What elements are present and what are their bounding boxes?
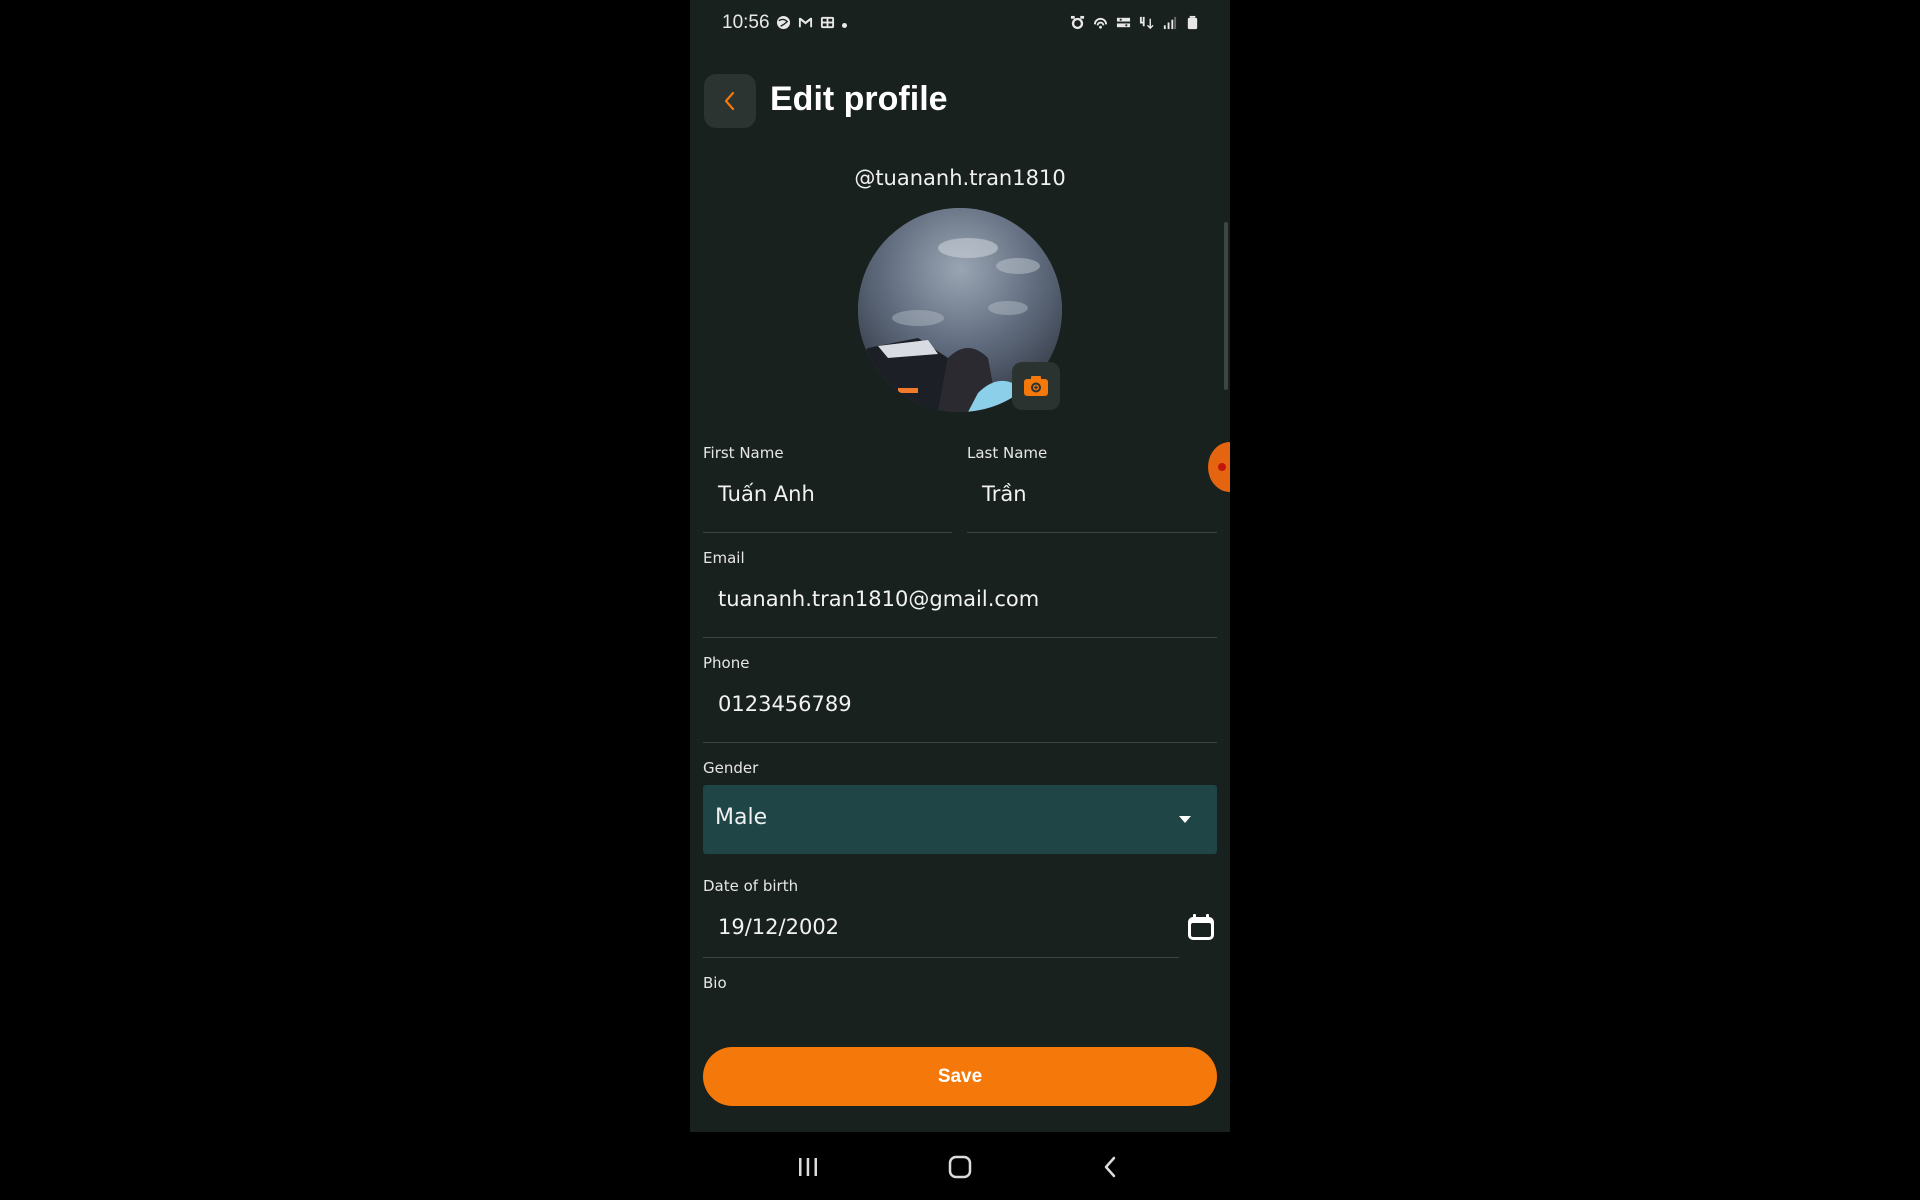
last-name-underline	[967, 532, 1217, 533]
recent-apps-button[interactable]	[788, 1152, 828, 1182]
home-icon	[948, 1155, 972, 1179]
4g-data-icon	[1139, 16, 1154, 30]
gender-selected-value: Male	[715, 805, 768, 830]
gender-select[interactable]: Male	[703, 785, 1217, 854]
dropdown-arrow-icon	[1179, 816, 1191, 823]
first-name-label: First Name	[703, 444, 784, 462]
app-screen: 10:56 Edit profile @tuananh.tran1810 Fir…	[690, 0, 1230, 1132]
last-name-input[interactable]: Trần	[982, 482, 1027, 506]
bio-input[interactable]	[718, 1002, 1208, 1030]
system-nav-bar	[690, 1132, 1230, 1200]
phone-frame: 10:56 Edit profile @tuananh.tran1810 Fir…	[690, 0, 1230, 1200]
dob-input[interactable]: 19/12/2002	[718, 915, 839, 939]
email-label: Email	[703, 549, 745, 567]
status-right-icons	[1070, 15, 1200, 30]
globe-icon	[776, 15, 791, 30]
dob-label: Date of birth	[703, 877, 799, 895]
page-title: Edit profile	[770, 80, 948, 118]
calendar-button[interactable]	[1184, 910, 1218, 944]
chevron-left-icon	[724, 91, 735, 111]
email-input[interactable]: tuananh.tran1810@gmail.com	[718, 587, 1039, 611]
signal-icon	[1163, 16, 1177, 30]
first-name-input[interactable]: Tuấn Anh	[718, 482, 815, 506]
home-button[interactable]	[940, 1152, 980, 1182]
phone-label: Phone	[703, 654, 750, 672]
recent-apps-icon	[799, 1158, 817, 1176]
notification-dot-icon	[842, 22, 847, 28]
status-left-icons	[776, 15, 847, 30]
last-name-label: Last Name	[967, 444, 1048, 462]
calendar-icon	[1188, 914, 1214, 940]
alarm-icon	[1070, 15, 1085, 30]
floating-recorder-bubble[interactable]	[1208, 442, 1230, 492]
first-name-underline	[703, 532, 952, 533]
gmail-icon	[798, 17, 813, 28]
back-nav-button[interactable]	[1090, 1152, 1130, 1182]
phone-input[interactable]: 0123456789	[718, 692, 852, 716]
scrollbar-thumb[interactable]	[1224, 222, 1228, 390]
status-time: 10:56	[722, 12, 770, 33]
change-photo-button[interactable]	[1012, 362, 1060, 410]
username-label: @tuananh.tran1810	[854, 166, 1066, 190]
camera-icon	[1024, 376, 1048, 396]
back-nav-icon	[1104, 1156, 1116, 1178]
save-button[interactable]: Save	[703, 1047, 1217, 1106]
gender-label: Gender	[703, 759, 759, 777]
status-bar: 10:56	[690, 0, 1230, 48]
email-underline	[703, 637, 1217, 638]
volte-icon	[1116, 17, 1131, 28]
hotspot-icon	[1093, 17, 1108, 29]
bio-label: Bio	[703, 974, 727, 992]
gallery-icon	[820, 16, 835, 29]
back-button[interactable]	[704, 74, 756, 128]
battery-icon	[1187, 15, 1198, 30]
phone-underline	[703, 742, 1217, 743]
dob-underline	[703, 957, 1179, 958]
